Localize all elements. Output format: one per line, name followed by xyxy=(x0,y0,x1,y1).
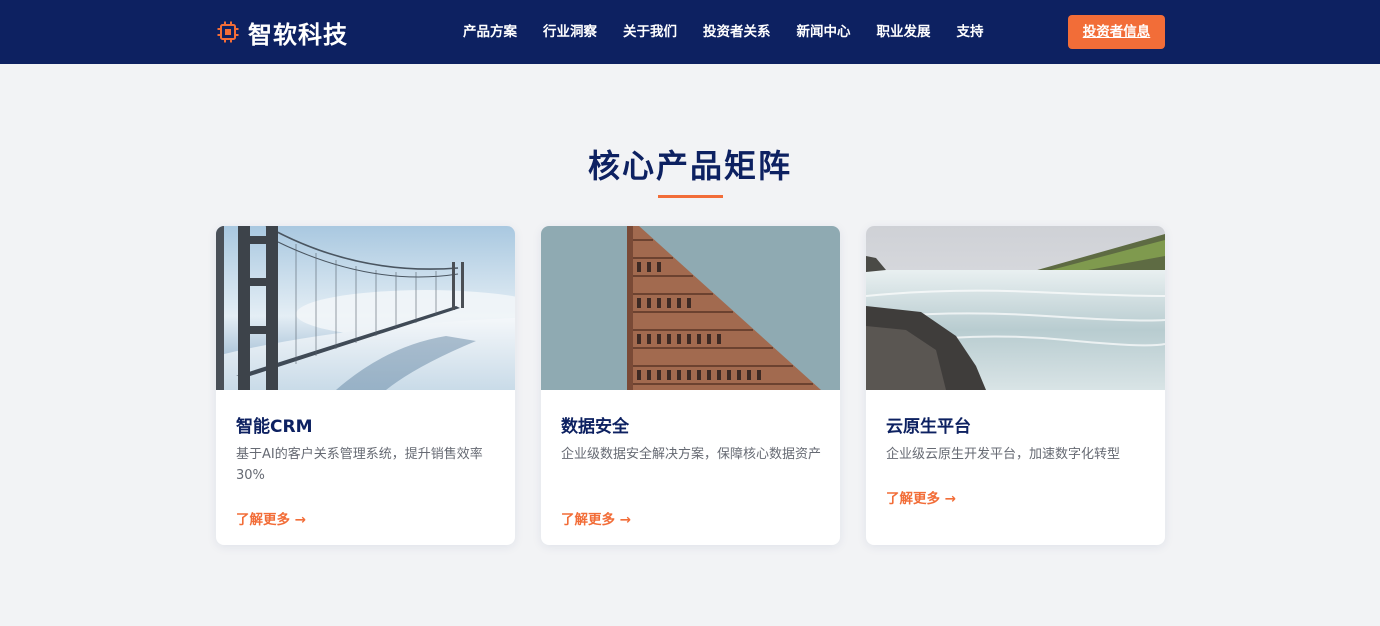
brand-logo[interactable]: 智软科技 xyxy=(216,16,348,49)
waterfall-image xyxy=(866,226,1165,390)
card-title: 智能CRM xyxy=(236,417,313,437)
chip-icon xyxy=(217,21,239,43)
card-description: 基于AI的客户关系管理系统，提升销售效率30% xyxy=(236,447,483,483)
card-title: 数据安全 xyxy=(561,417,629,437)
brand-name: 智软科技 xyxy=(248,20,348,49)
section-title: 核心产品矩阵 xyxy=(587,147,792,185)
nav-item-investor-relations[interactable]: 投资者关系 xyxy=(703,20,771,44)
main-nav: 产品方案 行业洞察 关于我们 投资者关系 新闻中心 职业发展 支持 xyxy=(463,20,984,44)
card-description: 企业级数据安全解决方案，保障核心数据资产 xyxy=(561,447,822,462)
nav-item-news[interactable]: 新闻中心 xyxy=(797,20,851,44)
learn-more-link[interactable]: 了解更多 → xyxy=(561,508,631,528)
nav-item-about[interactable]: 关于我们 xyxy=(623,20,677,44)
nav-item-careers[interactable]: 职业发展 xyxy=(877,20,931,44)
card-title: 云原生平台 xyxy=(886,417,971,437)
top-navbar: 智软科技 产品方案 行业洞察 关于我们 投资者关系 新闻中心 职业发展 支持 投… xyxy=(0,0,1380,64)
product-card-security: 数据安全 企业级数据安全解决方案，保障核心数据资产 了解更多 → xyxy=(541,226,840,545)
learn-more-link[interactable]: 了解更多 → xyxy=(236,508,306,528)
learn-more-link[interactable]: 了解更多 → xyxy=(886,487,956,507)
bridge-image xyxy=(216,226,515,390)
product-card-crm: 智能CRM 基于AI的客户关系管理系统，提升销售效率30% 了解更多 → xyxy=(216,226,515,545)
card-description: 企业级云原生开发平台，加速数字化转型 xyxy=(886,447,1121,462)
product-card-cloud: 云原生平台 企业级云原生开发平台，加速数字化转型 了解更多 → xyxy=(866,226,1165,545)
building-image xyxy=(541,226,840,390)
nav-item-support[interactable]: 支持 xyxy=(957,20,984,44)
title-underline xyxy=(658,195,723,198)
nav-item-insights[interactable]: 行业洞察 xyxy=(543,20,597,44)
investor-info-button[interactable]: 投资者信息 xyxy=(1068,15,1165,49)
nav-item-products[interactable]: 产品方案 xyxy=(463,20,517,44)
